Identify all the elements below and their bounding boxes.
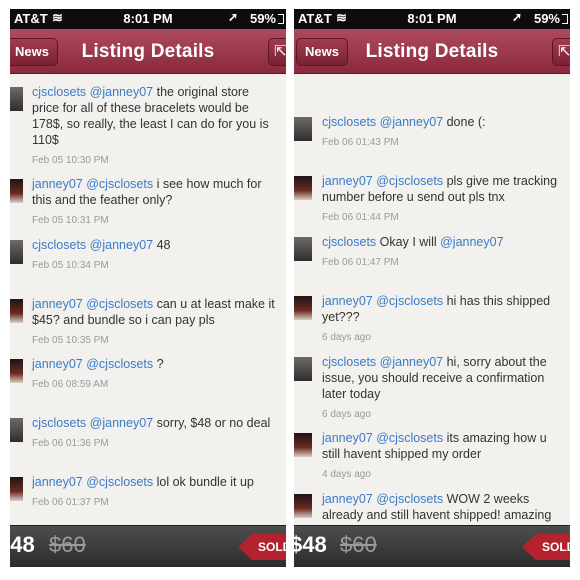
clock: 8:01 PM (407, 11, 457, 26)
comment-mention[interactable]: @janney07 (440, 235, 503, 249)
comment-time: Feb 05 10:31 PM (32, 215, 109, 226)
user-avatar[interactable] (294, 117, 312, 141)
clock: 8:01 PM (123, 11, 173, 26)
comment-mention[interactable]: @cjsclosets (376, 174, 443, 188)
comment-mention[interactable]: @janney07 (90, 85, 153, 99)
comment-time: 6 days ago (322, 409, 371, 420)
screenshot-collage: AT&T ≋ 8:01 PM ➚ 59% News Listing Detail… (0, 0, 580, 580)
comment-text: 48 (156, 238, 171, 252)
sold-tag: SOLD (238, 534, 286, 560)
location-arrow-icon: ➚ (227, 10, 238, 24)
comment-user[interactable]: cjsclosets (32, 238, 86, 252)
comment-user[interactable]: janney07 (32, 357, 83, 371)
comment-text: Okay I will (379, 235, 437, 249)
comment-user[interactable]: cjsclosets (322, 355, 376, 369)
comment-feed[interactable]: cjsclosets @janney07 done (: Feb 06 01:4… (294, 75, 570, 525)
comment-user[interactable]: janney07 (322, 294, 373, 308)
comment-user[interactable]: janney07 (32, 177, 83, 191)
phone-screen-left: AT&T ≋ 8:01 PM ➚ 59% News Listing Detail… (10, 9, 286, 567)
user-avatar[interactable] (10, 179, 23, 203)
location-arrow-icon: ➚ (511, 10, 522, 24)
battery-percent: 59% (533, 11, 560, 26)
comment-mention[interactable]: @cjsclosets (86, 297, 153, 311)
page-title: Listing Details (81, 41, 215, 62)
comment-feed[interactable]: cjsclosets @janney07 the original store … (10, 75, 286, 525)
comment-mention[interactable]: @cjsclosets (86, 357, 153, 371)
comment-time: Feb 05 10:30 PM (32, 155, 109, 166)
sold-tag: SOLD (522, 534, 570, 560)
comment-time: Feb 06 01:44 PM (322, 212, 399, 223)
user-avatar[interactable] (294, 296, 312, 320)
battery-icon (562, 14, 568, 24)
comment-user[interactable]: janney07 (32, 297, 83, 311)
original-price: $60 (340, 532, 377, 557)
comment-time: Feb 06 01:43 PM (322, 137, 399, 148)
comment-mention[interactable]: @janney07 (90, 416, 153, 430)
comment-user[interactable]: janney07 (322, 174, 373, 188)
comment-mention[interactable]: @cjsclosets (376, 431, 443, 445)
user-avatar[interactable] (10, 87, 23, 111)
comment-time: Feb 05 10:34 PM (32, 260, 109, 271)
comment-text: ? (156, 357, 164, 371)
comment-time: 6 days ago (322, 332, 371, 343)
share-icon[interactable]: ⇱ (268, 38, 286, 66)
user-avatar[interactable] (294, 433, 312, 457)
status-bar: AT&T ≋ 8:01 PM ➚ 59% (10, 9, 286, 29)
comment-mention[interactable]: @janney07 (380, 355, 443, 369)
comment-time: Feb 06 08:59 AM (32, 379, 109, 390)
battery-percent: 59% (249, 11, 276, 26)
battery-icon (278, 14, 284, 24)
comment-time: Feb 06 01:36 PM (32, 438, 109, 449)
user-avatar[interactable] (294, 176, 312, 200)
nav-bar: News Listing Details ⇱ (10, 29, 286, 74)
comment-user[interactable]: janney07 (32, 475, 83, 489)
comment-time: Feb 06 01:37 PM (32, 497, 109, 508)
user-avatar[interactable] (10, 418, 23, 442)
user-avatar[interactable] (10, 477, 23, 501)
user-avatar[interactable] (294, 237, 312, 261)
comment-time: Feb 06 01:47 PM (322, 257, 399, 268)
comment-time: 4 days ago (322, 469, 371, 480)
price-bar: $48 $60 SOLD (294, 525, 570, 567)
comment-text: sorry, $48 or no deal (156, 416, 271, 430)
comment-mention[interactable]: @cjsclosets (86, 475, 153, 489)
comment-text: lol ok bundle it up (156, 475, 254, 489)
original-price: $60 (49, 532, 86, 557)
comment-mention[interactable]: @janney07 (90, 238, 153, 252)
user-avatar[interactable] (10, 359, 23, 383)
comment-mention[interactable]: @janney07 (380, 115, 443, 129)
comment-user[interactable]: cjsclosets (32, 416, 86, 430)
phone-screen-right: AT&T ≋ 8:01 PM ➚ 59% News Listing Detail… (294, 9, 570, 567)
nav-bar: News Listing Details ⇱ (294, 29, 570, 74)
comment-user[interactable]: janney07 (322, 431, 373, 445)
share-icon[interactable]: ⇱ (552, 38, 570, 66)
comment-user[interactable]: cjsclosets (322, 235, 376, 249)
comment-user[interactable]: cjsclosets (322, 115, 376, 129)
comment-user[interactable]: janney07 (322, 492, 373, 506)
price-bar: $48 $60 SOLD (10, 525, 286, 567)
price-label: $48 (10, 532, 35, 557)
comment-time: Feb 05 10:35 PM (32, 335, 109, 346)
comment-mention[interactable]: @cjsclosets (376, 492, 443, 506)
comment-mention[interactable]: @cjsclosets (376, 294, 443, 308)
comment-mention[interactable]: @cjsclosets (86, 177, 153, 191)
user-avatar[interactable] (10, 299, 23, 323)
user-avatar[interactable] (294, 494, 312, 518)
status-bar: AT&T ≋ 8:01 PM ➚ 59% (294, 9, 570, 29)
price-label: $48 (294, 532, 327, 557)
user-avatar[interactable] (10, 240, 23, 264)
comment-text: done (: (446, 115, 486, 129)
comment-user[interactable]: cjsclosets (32, 85, 86, 99)
user-avatar[interactable] (294, 357, 312, 381)
page-title: Listing Details (365, 41, 499, 62)
